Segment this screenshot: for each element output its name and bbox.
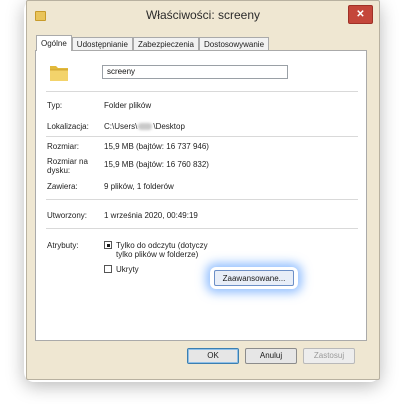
folder-icon [50, 66, 68, 81]
tab-general[interactable]: Ogólne [36, 35, 72, 51]
tab-customize[interactable]: Dostosowywanie [199, 37, 270, 51]
tab-security[interactable]: Zabezpieczenia [132, 37, 199, 51]
created-value: 1 września 2020, 00:49:19 [104, 211, 198, 220]
location-prefix: C:\Users\ [104, 122, 138, 131]
readonly-checkbox[interactable] [104, 241, 112, 249]
ok-button[interactable]: OK [187, 348, 239, 364]
location-label: Lokalizacja: [47, 122, 89, 131]
hidden-checkbox[interactable] [104, 265, 112, 273]
divider [46, 91, 358, 92]
close-button[interactable]: ✕ [348, 5, 373, 24]
disk-size-label-line2: dysku: [47, 166, 71, 175]
tab-sharing[interactable]: Udostępnianie [71, 37, 133, 51]
size-value: 15,9 MB (bajtów: 16 737 946) [104, 142, 209, 151]
attributes-label: Atrybuty: [47, 241, 79, 250]
created-label: Utworzony: [47, 211, 88, 220]
window-title: Właściwości: screeny [145, 8, 261, 22]
title-bar[interactable]: Właściwości: screeny ✕ [27, 1, 379, 31]
divider [46, 199, 358, 200]
properties-dialog: Właściwości: screeny ✕ Ogólne Udostępnia… [26, 0, 380, 380]
redacted-username [138, 123, 153, 131]
cancel-button[interactable]: Anuluj [245, 348, 297, 364]
location-suffix: \Desktop [153, 122, 185, 131]
folder-name-input[interactable] [102, 65, 288, 79]
hidden-label: Ukryty [116, 265, 139, 274]
readonly-label-line2: tylko plików w folderze) [116, 250, 199, 259]
divider [46, 136, 358, 137]
general-panel: Typ: Folder plików Lokalizacja: C:\Users… [35, 50, 367, 341]
tab-bar: Ogólne Udostępnianie Zabezpieczenia Dost… [36, 35, 270, 51]
apply-button: Zastosuj [303, 348, 355, 364]
location-value: C:\Users\ \Desktop [104, 122, 185, 132]
size-label: Rozmiar: [47, 142, 80, 151]
close-icon: ✕ [356, 9, 365, 20]
type-label: Typ: [47, 101, 63, 110]
disk-size-value: 15,9 MB (bajtów: 16 760 832) [104, 160, 209, 169]
advanced-button[interactable]: Zaawansowane... [214, 270, 294, 286]
divider [46, 228, 358, 229]
contains-label: Zawiera: [47, 182, 78, 191]
contains-value: 9 plików, 1 folderów [104, 182, 174, 191]
type-value: Folder plików [104, 101, 152, 110]
